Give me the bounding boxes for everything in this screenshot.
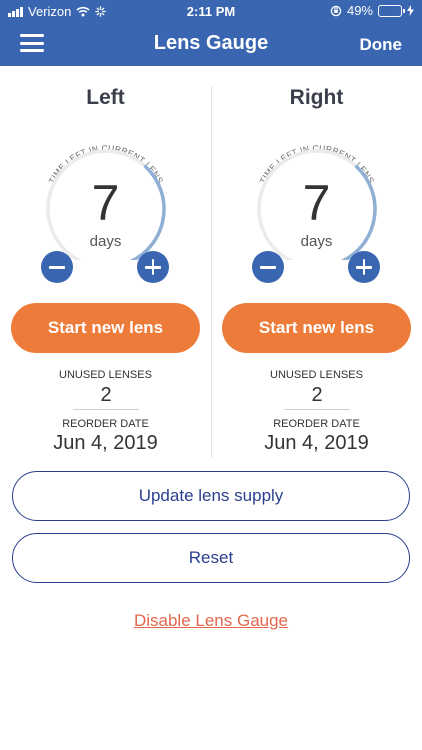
left-unused-label: UNUSED LENSES — [59, 369, 152, 381]
left-increment-button[interactable] — [137, 251, 169, 283]
right-decrement-button[interactable] — [252, 251, 284, 283]
left-gauge: TIME LEFT IN CURRENT LENS 7 days — [26, 110, 186, 260]
left-eye-title: Left — [86, 86, 125, 109]
left-start-new-lens-button[interactable]: Start new lens — [11, 303, 200, 353]
battery-percent: 49% — [346, 3, 373, 18]
orientation-lock-icon — [330, 5, 342, 16]
right-start-new-lens-button[interactable]: Start new lens — [222, 303, 411, 353]
charging-bolt-icon — [407, 5, 414, 16]
status-right-group: 49% — [330, 3, 414, 18]
left-eye-panel: Left TIME LEFT IN CURRENT LENS 7 days St… — [0, 86, 211, 454]
reset-button[interactable]: Reset — [12, 533, 410, 583]
battery-icon — [378, 4, 405, 17]
right-days-value: 7 — [302, 175, 331, 231]
right-unused-value[interactable]: 2 — [284, 384, 350, 410]
left-unused-value[interactable]: 2 — [73, 384, 139, 410]
right-increment-button[interactable] — [348, 251, 380, 283]
left-reorder-label: REORDER DATE — [62, 418, 149, 430]
right-gauge: TIME LEFT IN CURRENT LENS 7 days — [237, 110, 397, 260]
update-lens-supply-button[interactable]: Update lens supply — [12, 471, 410, 521]
right-reorder-label: REORDER DATE — [273, 418, 360, 430]
disable-lens-gauge-link[interactable]: Disable Lens Gauge — [0, 611, 422, 631]
right-eye-panel: Right TIME LEFT IN CURRENT LENS 7 days S… — [211, 86, 422, 454]
right-reorder-value: Jun 4, 2019 — [264, 432, 369, 454]
left-reorder-value: Jun 4, 2019 — [53, 432, 158, 454]
right-days-unit: days — [300, 233, 333, 250]
left-decrement-button[interactable] — [41, 251, 73, 283]
status-bar: Verizon 2:11 PM 49% — [0, 0, 422, 22]
left-days-unit: days — [89, 233, 122, 250]
left-days-value: 7 — [91, 175, 120, 231]
right-unused-label: UNUSED LENSES — [270, 369, 363, 381]
app-header: Verizon 2:11 PM 49% Lens Gauge Done — [0, 0, 422, 66]
done-button[interactable]: Done — [360, 35, 403, 55]
right-eye-title: Right — [289, 86, 344, 109]
